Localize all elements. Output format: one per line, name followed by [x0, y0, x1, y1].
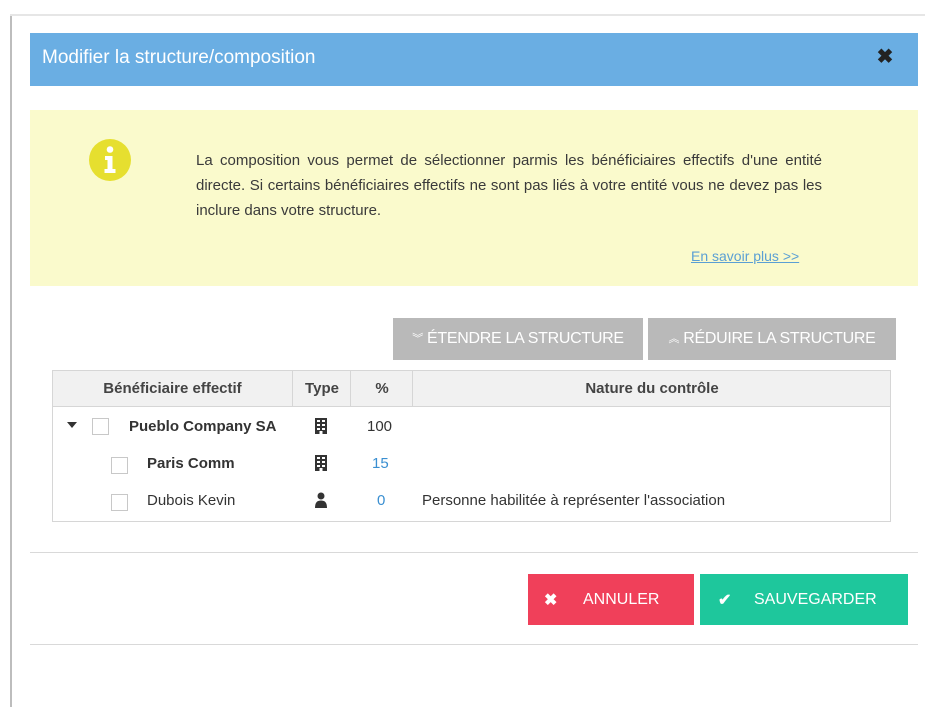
info-box: La composition vous permet de sélectionn… [30, 110, 918, 286]
info-icon [89, 139, 131, 181]
row-checkbox[interactable] [92, 418, 109, 435]
beneficiary-name: Dubois Kevin [147, 492, 236, 509]
control-nature: Personne habilitée à représenter l'assoc… [422, 492, 726, 509]
table-row: Dubois Kevin 0 Personne habilitée à repr… [53, 482, 890, 519]
window-border-top [10, 14, 925, 16]
column-header-nature[interactable]: Nature du contrôle [412, 371, 891, 406]
beneficiaries-table: Bénéficiaire effectif Type % Nature du c… [52, 370, 891, 522]
column-header-beneficiary[interactable]: Bénéficiaire effectif [53, 371, 292, 406]
collapse-structure-button[interactable]: ︽ RÉDUIRE LA STRUCTURE [648, 318, 896, 360]
row-checkbox[interactable] [111, 494, 128, 511]
footer-divider-top [30, 552, 918, 553]
cancel-label: ANNULER [583, 591, 660, 608]
table-row: Paris Comm 15 [53, 445, 890, 482]
building-icon [315, 418, 327, 434]
cancel-button[interactable]: ✖ ANNULER [528, 574, 694, 625]
table-row: Pueblo Company SA 100 [53, 408, 890, 445]
building-icon [315, 455, 327, 471]
person-icon [315, 492, 327, 508]
expand-structure-label: ÉTENDRE LA STRUCTURE [427, 330, 624, 347]
percent-value: 100 [367, 418, 393, 435]
modal-title: Modifier la structure/composition [42, 47, 316, 68]
save-label: SAUVEGARDER [754, 591, 877, 608]
percent-value[interactable]: 15 [372, 455, 389, 472]
table-header: Bénéficiaire effectif Type % Nature du c… [53, 371, 890, 407]
info-text: La composition vous permet de sélectionn… [196, 152, 822, 219]
modal-header: Modifier la structure/composition ✖ [30, 33, 918, 86]
caret-down-icon[interactable] [67, 422, 77, 428]
chevrons-down-icon: ︾ [412, 333, 423, 345]
collapse-structure-label: RÉDUIRE LA STRUCTURE [683, 330, 876, 347]
save-button[interactable]: ✔ SAUVEGARDER [700, 574, 908, 625]
column-header-type[interactable]: Type [292, 371, 351, 406]
check-icon: ✔ [718, 592, 732, 609]
beneficiary-name: Pueblo Company SA [129, 418, 277, 435]
beneficiary-name: Paris Comm [147, 455, 235, 472]
learn-more-link[interactable]: En savoir plus >> [691, 248, 799, 264]
expand-structure-button[interactable]: ︾ ÉTENDRE LA STRUCTURE [393, 318, 643, 360]
chevrons-up-icon: ︽ [668, 333, 680, 345]
close-icon[interactable]: ✖ [874, 46, 896, 68]
footer-divider-bottom [30, 644, 918, 645]
row-checkbox[interactable] [111, 457, 128, 474]
column-header-percent[interactable]: % [350, 371, 413, 406]
percent-value[interactable]: 0 [377, 492, 385, 509]
close-icon: ✖ [544, 592, 558, 609]
window-border [10, 14, 12, 707]
